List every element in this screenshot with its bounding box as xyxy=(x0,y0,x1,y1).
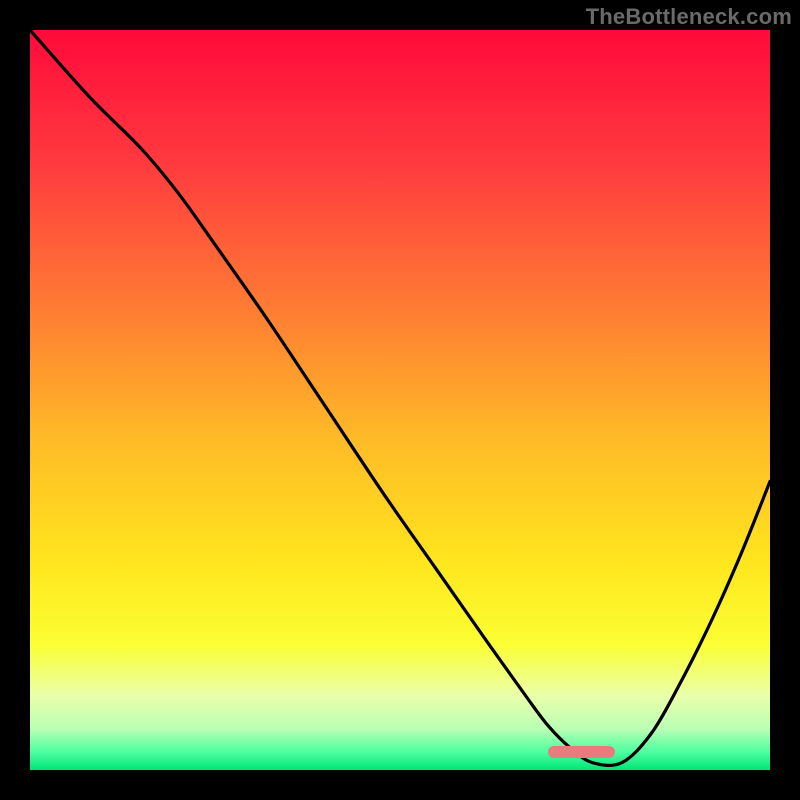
bottleneck-curve xyxy=(30,30,770,770)
optimal-range-marker xyxy=(548,746,615,758)
attribution-watermark: TheBottleneck.com xyxy=(586,4,792,30)
chart-stage: TheBottleneck.com xyxy=(0,0,800,800)
plot-area xyxy=(30,30,770,770)
